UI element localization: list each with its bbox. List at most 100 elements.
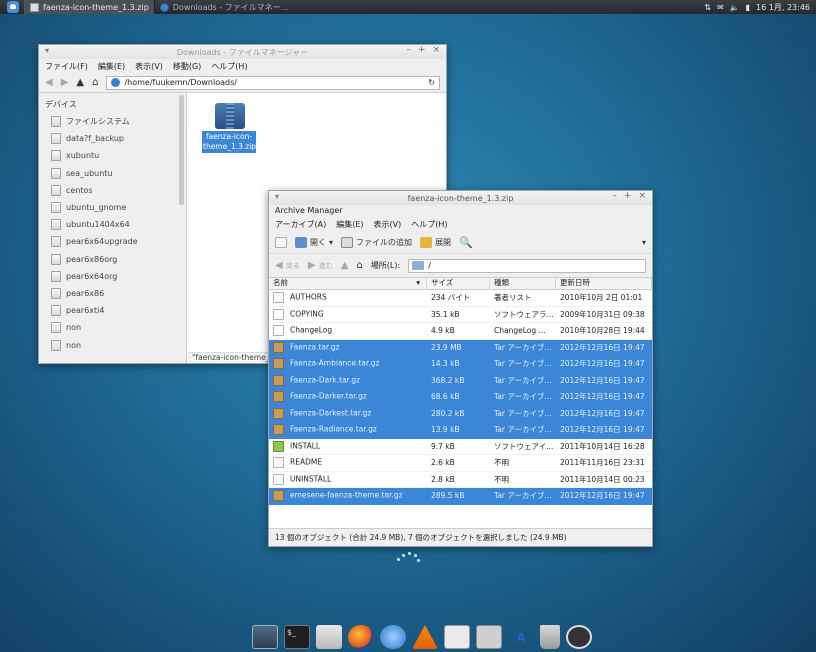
table-row[interactable]: README 2.6 kB 不明 2011年11月16日 23:31 [269,455,652,472]
find-button[interactable]: 🔍 [459,236,473,249]
table-row[interactable]: UNINSTALL 2.8 kB 不明 2011年10月14日 00:23 [269,472,652,488]
table-row[interactable]: Faenza-Radiance.tar.gz 13.9 kB Tar アーカイブ..… [269,422,652,439]
clock[interactable]: 16 1月, 23:46 [756,2,810,13]
sidebar-item-device[interactable]: pear6x86org [39,251,186,268]
new-archive-button[interactable] [275,236,287,248]
window-menu-icon[interactable]: ▾ [275,192,279,201]
zip-file-label[interactable]: faenza-icon-theme_1.3.zip [202,131,256,153]
vlc-icon[interactable] [412,625,438,649]
power-button-icon[interactable] [566,625,592,649]
power-icon[interactable]: ▮ [746,3,750,12]
cell-date: 2011年10月14日 16:28 [560,441,645,451]
app-name: Archive Manager [269,205,652,217]
table-row[interactable]: emesene-faenza-theme.tar.gz 289.5 kB Tar ア… [269,488,652,505]
table-row[interactable]: Faenza-Dark.tar.gz 368.2 kB Tar アーカイブ... 20… [269,372,652,389]
column-size[interactable]: サイズ [427,277,490,290]
table-row[interactable]: AUTHORS 234 バイト 著者リスト 2010年10月 2日 01:01 [269,290,652,307]
sidebar-item-device[interactable]: data?f_backup [39,130,186,147]
table-row[interactable]: Faenza-Darkest.tar.gz 280.2 kB Tar アーカイブ..… [269,405,652,422]
network-icon[interactable]: ⇅ [704,3,711,12]
busy-spinner-icon [397,552,421,564]
file-name: INSTALL [290,441,321,451]
forward-button[interactable]: ▶ 進む [308,260,333,271]
sidebar-item-label: pear6x86org [66,254,118,264]
minimize-icon[interactable]: – [406,45,411,55]
taskbar-item-downloads[interactable]: Downloads - ファイルマネー... [155,0,294,14]
cell-date: 2009年10月31日 09:38 [560,309,645,319]
table-row[interactable]: Faenza.tar.gz 23.9 MB Tar アーカイブ... 2012年12月… [269,339,652,356]
firefox-icon[interactable] [348,625,374,649]
volume-icon[interactable]: 🔈 [730,3,740,12]
sidebar-item-device[interactable]: sea_ubuntu [39,165,186,182]
menu-view[interactable]: 表示(V) [135,61,163,72]
column-date[interactable]: 更新日時 [556,277,652,290]
forward-arrow-icon[interactable]: ▶ [61,77,69,88]
home-icon[interactable]: ⌂ [356,260,362,271]
applications-menu-button[interactable] [0,0,24,14]
minimize-icon[interactable]: – [612,191,617,201]
sidebar-item-device[interactable]: centos [39,182,186,199]
path-input[interactable]: /home/fuukemn/Downloads/ ↻ [106,75,440,90]
zip-file-icon[interactable] [215,103,245,129]
up-arrow-icon[interactable]: ▲ [76,77,84,88]
terminal-icon[interactable]: $_ [284,625,310,649]
reload-icon[interactable]: ↻ [428,78,435,87]
sidebar-scrollbar[interactable] [179,95,184,205]
menu-edit[interactable]: 編集(E) [98,61,125,72]
text-editor-icon[interactable]: A [508,625,534,649]
home-icon[interactable]: ⌂ [92,77,98,88]
menu-help[interactable]: ヘルプ(H) [411,219,447,230]
menu-view[interactable]: 表示(V) [374,219,402,230]
up-button[interactable]: ▲ [341,260,349,271]
sidebar-item-device[interactable]: ファイルシステム [39,113,186,130]
window-titlebar[interactable]: ▾ Downloads - ファイルマネージャー – + × [39,45,446,59]
open-button[interactable]: 開く ▾ [295,236,333,248]
window-titlebar[interactable]: ▾ faenza-icon-theme_1.3.zip – + × [269,191,652,205]
table-row[interactable]: Faenza-Darker.tar.gz 68.6 kB Tar アーカイブ... 2… [269,389,652,406]
table-row[interactable]: Faenza-Ambiance.tar.gz 14.3 kB Tar アーカイブ..… [269,356,652,373]
sidebar-item-device[interactable]: non [39,336,186,353]
sidebar-item-label: pear6xti4 [66,306,105,316]
chevron-down-icon[interactable]: ▾ [329,238,333,247]
menu-edit[interactable]: 編集(E) [336,219,363,230]
table-row[interactable]: INSTALL 9.7 kB ソフトウェアイ... 2011年10月14日 16:28 [269,439,652,455]
close-icon[interactable]: × [638,191,646,201]
close-icon[interactable]: × [432,45,440,55]
menu-archive[interactable]: アーカイブ(A) [275,219,326,230]
network-globe-icon[interactable] [380,625,406,649]
camera-icon[interactable] [476,625,502,649]
location-input[interactable]: / [408,258,646,273]
column-type[interactable]: 種類 [490,277,556,290]
sidebar-item-device[interactable]: pear6xti4 [39,302,186,319]
sidebar-item-device[interactable]: pear6x86 [39,285,186,302]
add-files-button[interactable]: ファイルの追加 [341,236,412,248]
open-label: 開く [310,237,326,247]
sidebar-item-device[interactable]: xubuntu [39,147,186,164]
text-file-icon [273,473,284,485]
file-manager-icon[interactable] [316,625,342,649]
sidebar-item-device[interactable]: ubuntu1404x64 [39,216,186,233]
menu-file[interactable]: ファイル(F) [45,61,88,72]
window-menu-icon[interactable]: ▾ [45,46,49,55]
drive-icon [51,167,61,179]
taskbar-item-archive[interactable]: faenza-icon-theme_1.3.zip [24,0,155,14]
sidebar-item-device[interactable]: pear6x64org [39,268,186,285]
extract-button[interactable]: 展開 [420,236,451,248]
maximize-icon[interactable]: + [624,191,632,201]
table-row[interactable]: ChangeLog 4.9 kB ChangeLog ... 2010年10月28日 … [269,323,652,340]
sidebar-item-device[interactable]: non [39,319,186,336]
menu-go[interactable]: 移動(G) [173,61,201,72]
back-button[interactable]: ◀ 戻る [275,260,300,271]
overflow-menu-button[interactable]: ▾ [642,238,646,247]
calendar-icon[interactable] [444,625,470,649]
back-arrow-icon[interactable]: ◀ [45,77,53,88]
table-row[interactable]: COPYING 35.1 kB ソフトウェアラ... 2009年10月31日 09:3… [269,307,652,323]
column-name[interactable]: 名前 ▾ [269,277,427,290]
show-desktop-icon[interactable] [252,625,278,649]
mail-icon[interactable]: ✉ [717,3,724,12]
maximize-icon[interactable]: + [418,45,426,55]
sidebar-item-device[interactable]: ubuntu_gnome [39,199,186,216]
trash-icon[interactable] [540,625,560,649]
sidebar-item-device[interactable]: pear6x64upgrade [39,233,186,250]
menu-help[interactable]: ヘルプ(H) [211,61,247,72]
